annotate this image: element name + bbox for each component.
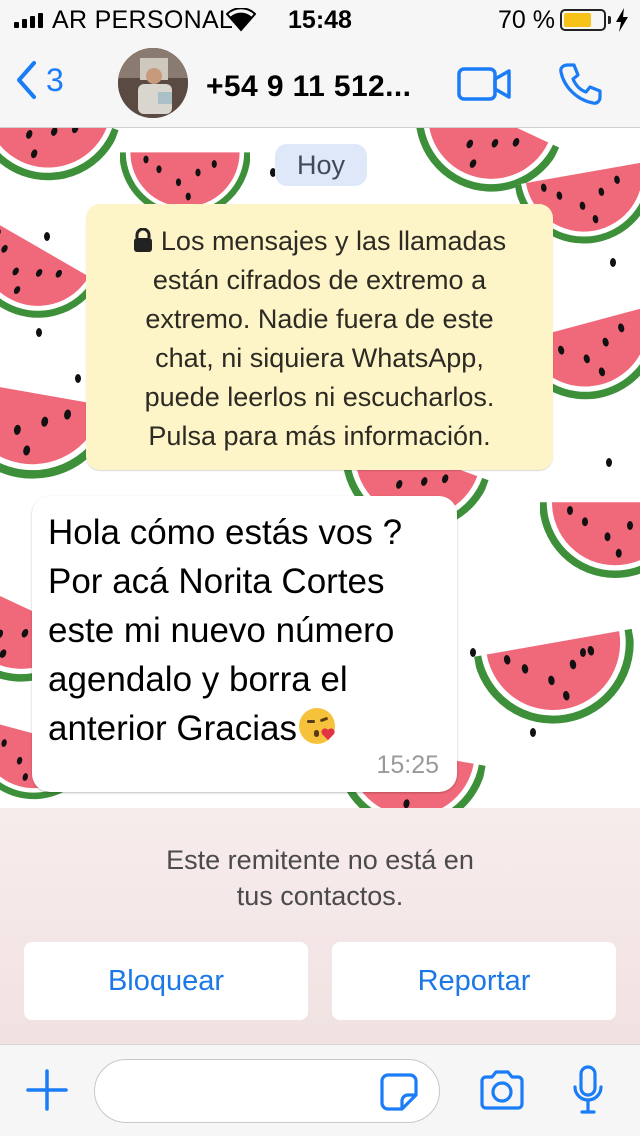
- avatar[interactable]: [118, 48, 188, 118]
- plus-icon[interactable]: [26, 1069, 68, 1111]
- message-line: Hola cómo estás vos ?: [48, 513, 403, 552]
- seed-dot: [530, 728, 536, 737]
- notice-line: están cifrados de extremo a: [152, 265, 487, 295]
- date-chip: Hoy: [275, 144, 367, 186]
- contact-name[interactable]: +54 9 11 512...: [206, 70, 411, 104]
- lock-icon: [133, 228, 152, 252]
- notice-line: puede leerlos ni escucharlos.: [144, 382, 495, 412]
- watermelon-slice: [0, 128, 120, 181]
- video-camera-icon[interactable]: [456, 64, 512, 104]
- chevron-left-icon: [17, 61, 36, 99]
- incoming-message[interactable]: Hola cómo estás vos ? Por acá Norita Cor…: [32, 496, 457, 792]
- phone-icon[interactable]: [558, 62, 602, 106]
- back-button[interactable]: 3: [14, 60, 64, 100]
- notice-line: Pulsa para más información.: [148, 421, 491, 451]
- battery-icon: [560, 9, 606, 31]
- encryption-notice[interactable]: Los mensajes y las llamadas están cifrad…: [86, 204, 553, 470]
- notice-line: Los mensajes y las llamadas: [102, 222, 537, 261]
- seed-dot: [75, 374, 81, 383]
- seed-dot: [36, 328, 42, 337]
- notice-text: Los mensajes y las llamadas: [160, 226, 507, 256]
- unknown-sender-line: Este remitente no está en: [166, 845, 474, 875]
- sticker-icon[interactable]: [380, 1073, 418, 1111]
- camera-icon[interactable]: [478, 1069, 526, 1111]
- seed-dot: [470, 648, 476, 657]
- watermelon-slice: [540, 502, 640, 578]
- message-line: este mi nuevo número: [48, 611, 395, 650]
- charging-bolt-icon: [616, 8, 628, 32]
- battery-percent: 70 %: [498, 6, 555, 34]
- message-line: agendalo y borra el: [48, 660, 348, 699]
- unknown-sender-panel: Este remitente no está en tus contactos.…: [0, 808, 640, 1044]
- avatar-photo: [118, 48, 188, 118]
- face-blowing-kiss-icon: [298, 708, 335, 744]
- message-line: Por acá Norita Cortes: [48, 562, 385, 601]
- microphone-icon[interactable]: [572, 1065, 604, 1117]
- seed-dot: [44, 232, 50, 241]
- message-line-last: anterior Gracias: [48, 704, 441, 753]
- unread-count: 3: [46, 61, 64, 98]
- block-button[interactable]: Bloquear: [24, 942, 308, 1020]
- chat-area[interactable]: Hoy Los mensajes y las llamadas están ci…: [0, 128, 640, 808]
- composer-bar: [0, 1044, 640, 1136]
- chat-header: 3 +54 9 11 512...: [0, 40, 640, 128]
- unknown-sender-message: Este remitente no está en tus contactos.: [0, 842, 640, 914]
- battery-tip: [608, 16, 611, 24]
- message-text: anterior Gracias: [48, 709, 297, 748]
- notice-line: extremo. Nadie fuera de este: [145, 304, 494, 334]
- seed-dot: [606, 458, 612, 467]
- status-bar: AR PERSONAL 15:48 70 %: [0, 0, 640, 40]
- watermelon-slice: [473, 628, 634, 724]
- notice-line: chat, ni siquiera WhatsApp,: [155, 343, 484, 373]
- seed-dot: [610, 258, 616, 267]
- seed-dot: [580, 648, 586, 657]
- unknown-sender-line: tus contactos.: [236, 881, 404, 911]
- report-button[interactable]: Reportar: [332, 942, 616, 1020]
- message-time: 15:25: [376, 751, 439, 779]
